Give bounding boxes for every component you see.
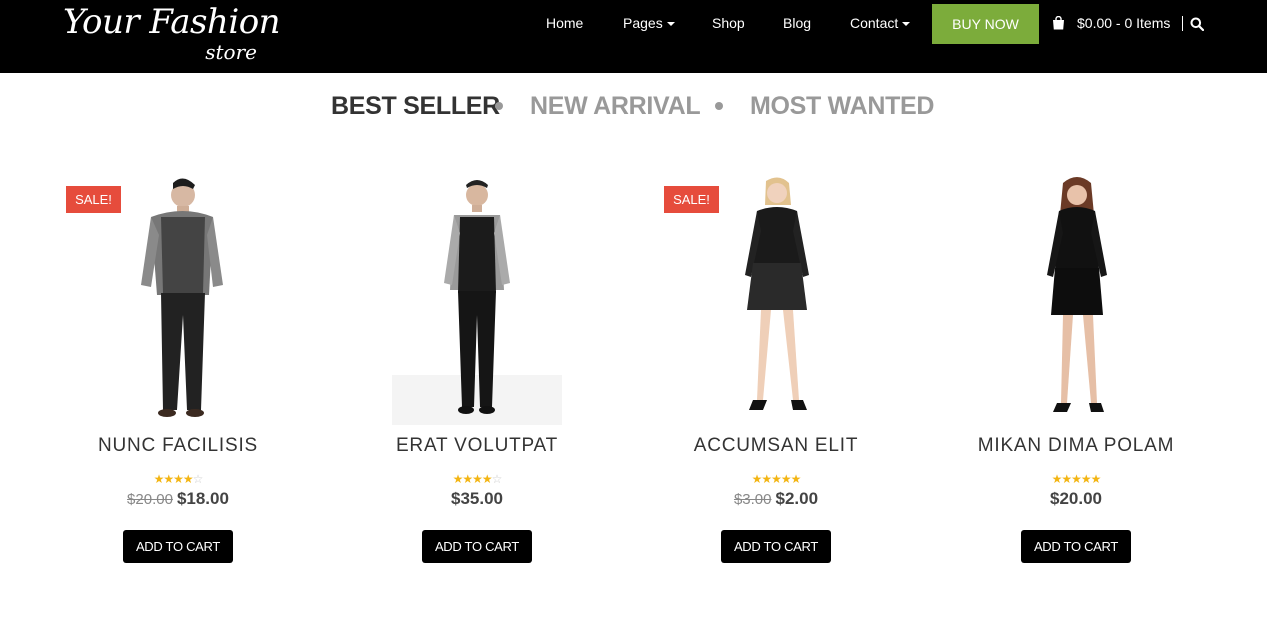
star-half-icon: ★: [1090, 472, 1102, 486]
header-divider: [1182, 16, 1183, 31]
nav-pages-label: Pages: [623, 15, 663, 31]
star-icon: ★★★★: [452, 472, 493, 486]
tab-most-wanted[interactable]: MOST WANTED: [750, 92, 935, 121]
star-empty-icon: ☆: [192, 472, 204, 486]
logo-sub-text: store: [205, 40, 257, 64]
product-price: $20.00 $18.00: [28, 489, 328, 509]
star-empty-icon: ☆: [491, 472, 503, 486]
star-icon: ★★★★: [751, 472, 792, 486]
tab-best-seller[interactable]: BEST SELLER: [331, 92, 500, 121]
product-price: $35.00: [327, 489, 627, 509]
site-header: Your Fashion store Home Pages Shop Blog …: [0, 0, 1267, 73]
product-card: ERAT VOLUTPAT ★★★★☆ $35.00 ADD TO CART: [327, 170, 627, 570]
product-card: SALE! ACCUMSAN ELIT ★★★★★ $3.00 $2.00 ADD…: [626, 170, 926, 570]
caret-down-icon: [902, 22, 911, 27]
product-price: $20.00: [926, 489, 1226, 509]
product-name[interactable]: MIKAN DIMA POLAM: [926, 435, 1226, 457]
shopping-bag-icon: [1053, 16, 1064, 30]
product-image[interactable]: [691, 175, 861, 425]
product-image[interactable]: [93, 175, 263, 425]
tab-new-arrival[interactable]: NEW ARRIVAL: [530, 92, 701, 121]
nav-home[interactable]: Home: [546, 15, 583, 31]
nav-shop[interactable]: Shop: [712, 15, 745, 31]
caret-down-icon: [666, 22, 675, 27]
rating-stars: ★★★★☆: [327, 472, 627, 486]
nav-contact[interactable]: Contact: [850, 15, 911, 31]
star-icon: ★★★★: [153, 472, 194, 486]
product-price: $3.00 $2.00: [626, 489, 926, 509]
tab-separator: [715, 102, 723, 110]
nav-contact-label: Contact: [850, 15, 899, 31]
store-logo[interactable]: Your Fashion store: [63, 2, 281, 68]
product-name[interactable]: ERAT VOLUTPAT: [327, 435, 627, 457]
product-name[interactable]: ACCUMSAN ELIT: [626, 435, 926, 457]
star-icon: ★★★★: [1051, 472, 1092, 486]
nav-blog[interactable]: Blog: [783, 15, 811, 31]
add-to-cart-button[interactable]: ADD TO CART: [123, 530, 233, 563]
product-image[interactable]: [991, 175, 1161, 425]
product-card: MIKAN DIMA POLAM ★★★★★ $20.00 ADD TO CAR…: [926, 170, 1226, 570]
rating-stars: ★★★★☆: [28, 472, 328, 486]
rating-stars: ★★★★★: [626, 472, 926, 486]
product-card: SALE! NUNC FACILISIS ★★★★☆ $20.00 $18.00 …: [28, 170, 328, 570]
product-image[interactable]: [392, 175, 562, 425]
product-tabs: BEST SELLER NEW ARRIVAL MOST WANTED: [0, 92, 1267, 122]
logo-main-text: Your Fashion: [63, 2, 281, 42]
buy-now-button[interactable]: BUY NOW: [932, 4, 1039, 44]
old-price: $20.00: [127, 491, 173, 508]
cart-summary[interactable]: $0.00 - 0 Items: [1052, 15, 1170, 31]
old-price: $3.00: [733, 491, 772, 508]
cart-total: $0.00 - 0 Items: [1077, 15, 1171, 31]
current-price: $18.00: [176, 489, 229, 508]
add-to-cart-button[interactable]: ADD TO CART: [422, 530, 532, 563]
current-price: $20.00: [1050, 489, 1102, 508]
add-to-cart-button[interactable]: ADD TO CART: [1021, 530, 1131, 563]
star-half-icon: ★: [790, 472, 802, 486]
nav-pages[interactable]: Pages: [623, 15, 675, 31]
add-to-cart-button[interactable]: ADD TO CART: [721, 530, 831, 563]
search-icon[interactable]: [1190, 17, 1204, 31]
current-price: $35.00: [451, 489, 503, 508]
tab-separator: [495, 102, 503, 110]
current-price: $2.00: [775, 489, 819, 508]
rating-stars: ★★★★★: [926, 472, 1226, 486]
product-name[interactable]: NUNC FACILISIS: [28, 435, 328, 457]
